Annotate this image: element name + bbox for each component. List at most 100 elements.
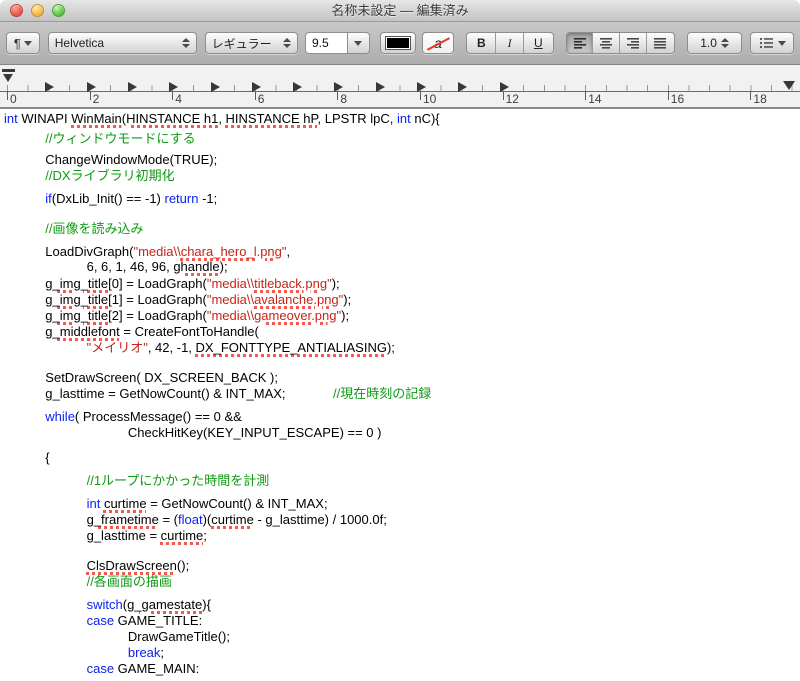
ruler-number: 14 bbox=[588, 92, 602, 106]
code-line: //DXライブラリ初期化 bbox=[45, 168, 175, 183]
tab-stop-marker[interactable] bbox=[499, 82, 509, 92]
ruler-tick bbox=[7, 91, 8, 100]
align-center-button[interactable] bbox=[593, 33, 621, 53]
text-color-well[interactable] bbox=[379, 32, 416, 54]
font-size-dropdown-button[interactable] bbox=[346, 32, 370, 54]
chevron-down-icon bbox=[354, 40, 363, 46]
ruler-tick bbox=[502, 91, 504, 100]
code-line: //各画面の描画 bbox=[86, 574, 172, 589]
code-line: case GAME_MAIN: bbox=[86, 661, 200, 676]
code-line: SetDrawScreen( DX_SCREEN_BACK ); bbox=[45, 370, 278, 385]
text-style-segmented-control: B I U bbox=[466, 32, 554, 54]
alignment-segmented-control bbox=[565, 32, 675, 54]
ruler[interactable]: 0 2 4 6 8 10 12 14 16 18 bbox=[0, 65, 800, 109]
tab-stop-marker[interactable] bbox=[375, 82, 385, 92]
underline-button[interactable]: U bbox=[524, 33, 553, 53]
code-line: break; bbox=[127, 645, 165, 660]
code-line: 6, 6, 1, 46, 96, ghandle); bbox=[86, 259, 228, 274]
code-line: int curtime = GetNowCount() & INT_MAX; bbox=[86, 496, 328, 511]
align-justify-button[interactable] bbox=[647, 33, 674, 53]
code-line: CheckHitKey(KEY_INPUT_ESCAPE) == 0 ) bbox=[127, 425, 382, 440]
code-line: //画像を読み込み bbox=[45, 221, 144, 236]
code-line: while( ProcessMessage() == 0 && bbox=[45, 409, 242, 424]
tab-stop-marker[interactable] bbox=[251, 82, 261, 92]
code-line: ClsDrawScreen(); bbox=[86, 558, 190, 573]
ruler-number: 4 bbox=[175, 92, 182, 106]
code-line: LoadDivGraph("media\\chara_hero_l.png", bbox=[45, 244, 291, 259]
code-line: g_lasttime = GetNowCount() & INT_MAX;//現… bbox=[45, 386, 432, 401]
tab-stop-marker[interactable] bbox=[86, 82, 96, 92]
tab-stop-marker[interactable] bbox=[210, 82, 220, 92]
textedit-window: 名称未設定 — 編集済み ¶ Helvetica レギュラー a bbox=[0, 0, 800, 681]
code-line: int WINAPI WinMain(HINSTANCE h1, HINSTAN… bbox=[4, 111, 440, 126]
code-line: DrawGameMain(); bbox=[0, 677, 800, 678]
tab-stop-marker[interactable] bbox=[334, 82, 344, 92]
align-center-icon bbox=[600, 37, 613, 49]
align-right-button[interactable] bbox=[620, 33, 648, 53]
first-line-indent-marker[interactable] bbox=[2, 69, 15, 72]
align-right-icon bbox=[627, 37, 640, 49]
code-line: { bbox=[45, 450, 50, 465]
font-style-popup[interactable]: レギュラー bbox=[204, 32, 298, 54]
paragraph-styles-button[interactable]: ¶ bbox=[6, 32, 40, 54]
line-spacing-value: 1.0 bbox=[700, 36, 717, 50]
color-swatch bbox=[384, 36, 411, 50]
highlight-color-button[interactable]: a bbox=[421, 32, 455, 54]
list-icon bbox=[759, 37, 773, 49]
font-family-popup[interactable]: Helvetica bbox=[47, 32, 197, 54]
ruler-tick bbox=[750, 91, 752, 100]
chevron-down-icon bbox=[777, 40, 786, 46]
zoom-button[interactable] bbox=[52, 4, 65, 17]
ruler-tick bbox=[89, 91, 91, 100]
tab-stop-marker[interactable] bbox=[127, 82, 137, 92]
code-line: switch(g_gamestate){ bbox=[86, 597, 211, 612]
format-toolbar: ¶ Helvetica レギュラー a B I U bbox=[0, 22, 800, 65]
code-line: g_img_title[1] = LoadGraph("media\\avala… bbox=[45, 292, 352, 307]
ruler-number: 12 bbox=[505, 92, 519, 106]
tab-stop-marker[interactable] bbox=[293, 82, 303, 92]
ruler-number: 2 bbox=[92, 92, 100, 106]
chevron-down-icon bbox=[23, 40, 32, 46]
code-area[interactable]: int WINAPI WinMain(HINSTANCE h1, HINSTAN… bbox=[0, 109, 800, 678]
updown-arrows-icon bbox=[720, 38, 729, 48]
font-size-field[interactable] bbox=[304, 32, 347, 54]
font-size-combo bbox=[304, 32, 370, 54]
list-style-button[interactable] bbox=[750, 32, 795, 54]
tab-stop-marker[interactable] bbox=[169, 82, 179, 92]
pilcrow-icon: ¶ bbox=[13, 35, 21, 51]
align-left-icon bbox=[573, 37, 586, 49]
ruler-tick bbox=[667, 91, 669, 100]
code-line: g_img_title[0] = LoadGraph("media\\title… bbox=[45, 276, 340, 291]
updown-arrows-icon bbox=[282, 38, 291, 48]
code-line: g_lasttime = curtime; bbox=[86, 528, 207, 543]
ruler-tick bbox=[337, 91, 339, 100]
bold-button[interactable]: B bbox=[467, 33, 497, 53]
code-line: g_middlefont = CreateFontToHandle( bbox=[45, 324, 259, 339]
align-left-button[interactable] bbox=[566, 33, 594, 53]
italic-button[interactable]: I bbox=[496, 33, 524, 53]
ruler-number: 0 bbox=[10, 92, 17, 106]
ruler-number: 18 bbox=[753, 92, 767, 106]
ruler-number: 10 bbox=[423, 92, 437, 106]
code-line: g_frametime = (float)(curtime - g_lastti… bbox=[86, 512, 387, 527]
close-button[interactable] bbox=[10, 4, 23, 17]
code-line: //ウィンドウモードにする bbox=[45, 131, 196, 146]
tab-stop-marker[interactable] bbox=[45, 82, 55, 92]
line-spacing-stepper[interactable]: 1.0 bbox=[686, 32, 743, 54]
titlebar[interactable]: 名称未設定 — 編集済み bbox=[0, 0, 800, 22]
font-style-value: レギュラー bbox=[211, 36, 272, 51]
tab-stop-marker[interactable] bbox=[458, 82, 468, 92]
window-controls bbox=[10, 4, 65, 17]
code-line: case GAME_TITLE: bbox=[86, 613, 203, 628]
updown-arrows-icon bbox=[181, 38, 190, 48]
ruler-tick bbox=[254, 91, 256, 100]
align-justify-icon bbox=[654, 37, 667, 49]
left-margin-marker[interactable] bbox=[3, 74, 13, 82]
ruler-number: 6 bbox=[257, 92, 265, 106]
ruler-tick bbox=[172, 91, 174, 100]
minimize-button[interactable] bbox=[31, 4, 44, 17]
tab-stop-marker[interactable] bbox=[417, 82, 426, 92]
code-line: "メイリオ", 42, -1, DX_FONTTYPE_ANTIALIASING… bbox=[86, 340, 395, 355]
font-family-value: Helvetica bbox=[54, 36, 105, 50]
right-margin-marker[interactable] bbox=[783, 81, 795, 90]
